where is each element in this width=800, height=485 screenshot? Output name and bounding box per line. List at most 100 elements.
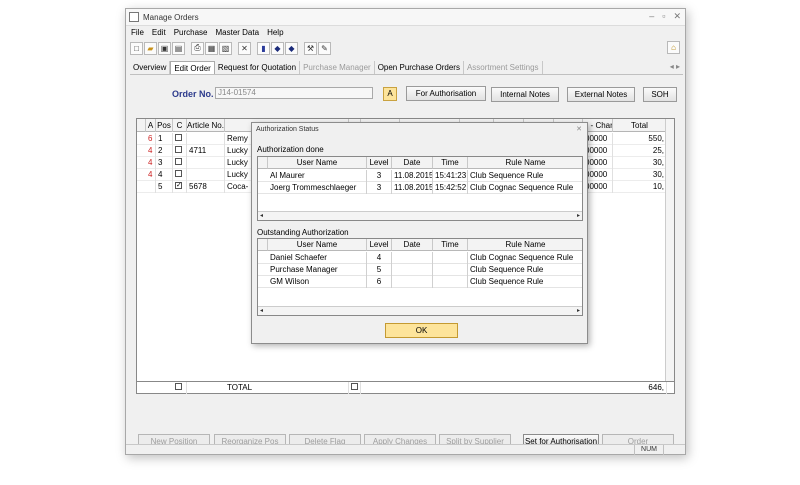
time (433, 276, 468, 288)
previous-icon[interactable]: ◆ (271, 41, 284, 55)
menu-file[interactable]: File (131, 27, 144, 39)
ok-button[interactable]: OK (385, 323, 458, 338)
row-checkbox[interactable] (173, 169, 187, 181)
row-total: 25, (613, 145, 667, 157)
home-icon[interactable]: ⌂ (667, 41, 680, 54)
tab-open-purchase-orders[interactable]: Open Purchase Orders (375, 61, 464, 74)
rule-name: Club Sequence Rule (468, 264, 582, 276)
tools-icon[interactable]: ⚒ (304, 41, 317, 55)
chart-icon[interactable]: ▮ (257, 41, 270, 55)
tab-request-for-quotation[interactable]: Request for Quotation (215, 61, 301, 74)
save-as-icon[interactable]: ▤ (172, 41, 185, 55)
menu-purchase[interactable]: Purchase (174, 27, 208, 39)
total-checkbox-2[interactable] (349, 382, 361, 394)
time (433, 252, 468, 264)
row-checkbox[interactable] (173, 145, 187, 157)
col-header-level[interactable]: Level (367, 239, 392, 251)
app-icon (129, 12, 139, 22)
user-name: Al Maurer (268, 170, 367, 182)
time (433, 264, 468, 276)
maximize-icon[interactable]: ▫ (662, 11, 665, 22)
print-icon[interactable]: ⎙ (191, 41, 204, 55)
for-authorisation-button[interactable]: For Authorisation (406, 86, 486, 101)
date: 11.08.2015 (394, 170, 433, 182)
order-no-label: Order No. (172, 89, 214, 99)
external-notes-button[interactable]: External Notes (567, 87, 635, 102)
col-header-pos[interactable]: Pos (156, 119, 173, 132)
open-icon[interactable]: ▰ (144, 41, 157, 55)
list-item[interactable]: Daniel Schaefer 4 Club Cognac Sequence R… (258, 252, 582, 264)
tab-scroll-arrows[interactable]: ◂ ▸ (670, 62, 680, 71)
tab-assortment-settings[interactable]: Assortment Settings (464, 61, 543, 74)
rule-name: Club Sequence Rule (468, 170, 582, 182)
edit-icon[interactable]: ✎ (318, 41, 331, 55)
row-pos: 2 (156, 145, 173, 157)
level: 6 (367, 276, 392, 288)
list-item[interactable]: Purchase Manager 5 Club Sequence Rule (258, 264, 582, 276)
level: 5 (367, 264, 392, 276)
col-header-spacer (258, 157, 268, 169)
outstanding-horizontal-scrollbar[interactable]: ◂ ▸ (258, 306, 582, 315)
row-checkbox[interactable] (173, 181, 187, 193)
col-header-date[interactable]: Date (392, 157, 433, 169)
menu-bar: File Edit Purchase Master Data Help (126, 27, 685, 39)
minimize-icon[interactable]: – (649, 11, 654, 22)
authorization-status-dialog: Authorization Status ✕ Authorization don… (251, 122, 588, 344)
row-article-no[interactable] (187, 133, 225, 145)
user-name: Joerg Trommeschlaeger (268, 182, 367, 194)
level: 4 (367, 252, 392, 264)
tab-edit-order[interactable]: Edit Order (170, 61, 215, 74)
col-header-rule-name[interactable]: Rule Name (468, 157, 582, 169)
col-header-date[interactable]: Date (392, 239, 433, 251)
new-icon[interactable]: □ (130, 41, 143, 55)
col-header-user-name[interactable]: User Name (268, 239, 367, 251)
menu-edit[interactable]: Edit (152, 27, 166, 39)
row-pos: 1 (156, 133, 173, 145)
dialog-close-icon[interactable]: ✕ (576, 125, 582, 133)
done-horizontal-scrollbar[interactable]: ◂ ▸ (258, 211, 582, 220)
row-total: 550, (613, 133, 667, 145)
delete-icon[interactable]: ✕ (238, 41, 251, 55)
col-header-time[interactable]: Time (433, 239, 468, 251)
list-item[interactable]: Al Maurer 3 11.08.2015 15:41:23 Club Seq… (258, 170, 582, 182)
list-item[interactable]: GM Wilson 6 Club Sequence Rule (258, 276, 582, 288)
row-a: 4 (146, 145, 156, 157)
col-header-a[interactable]: A (146, 119, 156, 132)
col-header-c[interactable]: C (173, 119, 187, 132)
col-header-user-name[interactable]: User Name (268, 157, 367, 169)
row-article-no[interactable] (187, 169, 225, 181)
col-header-total[interactable]: Total (613, 119, 667, 132)
total-checkbox[interactable] (173, 382, 187, 394)
order-no-field[interactable]: J14-01574 (215, 87, 373, 99)
date (392, 252, 433, 264)
row-article-no[interactable]: 5678 (187, 181, 225, 193)
col-header-article-no[interactable]: Article No. (187, 119, 225, 132)
list-item[interactable]: Joerg Trommeschlaeger 3 11.08.2015 15:42… (258, 182, 582, 194)
export-icon[interactable]: ▧ (219, 41, 232, 55)
col-header-time[interactable]: Time (433, 157, 468, 169)
row-article-no[interactable]: 4711 (187, 145, 225, 157)
col-header-level[interactable]: Level (367, 157, 392, 169)
menu-master-data[interactable]: Master Data (215, 27, 259, 39)
row-checkbox[interactable] (173, 133, 187, 145)
save-icon[interactable]: ▣ (158, 41, 171, 55)
tab-overview[interactable]: Overview (130, 61, 171, 74)
grid-vertical-scrollbar[interactable] (665, 119, 674, 385)
col-header-rule-name[interactable]: Rule Name (468, 239, 582, 251)
row-a: 6 (146, 133, 156, 145)
print-preview-icon[interactable]: ▦ (205, 41, 218, 55)
rule-name: Club Cognac Sequence Rule (468, 182, 582, 194)
internal-notes-button[interactable]: Internal Notes (491, 87, 559, 102)
menu-help[interactable]: Help (267, 27, 283, 39)
time: 15:41:23 (435, 170, 468, 182)
close-icon[interactable]: ✕ (673, 11, 681, 22)
a-button[interactable]: A (383, 87, 397, 101)
tab-purchase-manager[interactable]: Purchase Manager (300, 61, 375, 74)
status-bar: NUM (126, 444, 685, 455)
soh-button[interactable]: SOH (643, 87, 677, 102)
row-checkbox[interactable] (173, 157, 187, 169)
row-article-no[interactable] (187, 157, 225, 169)
next-icon[interactable]: ◆ (285, 41, 298, 55)
authorization-done-label: Authorization done (257, 145, 324, 154)
total-row: TOTAL 646, (136, 381, 675, 394)
